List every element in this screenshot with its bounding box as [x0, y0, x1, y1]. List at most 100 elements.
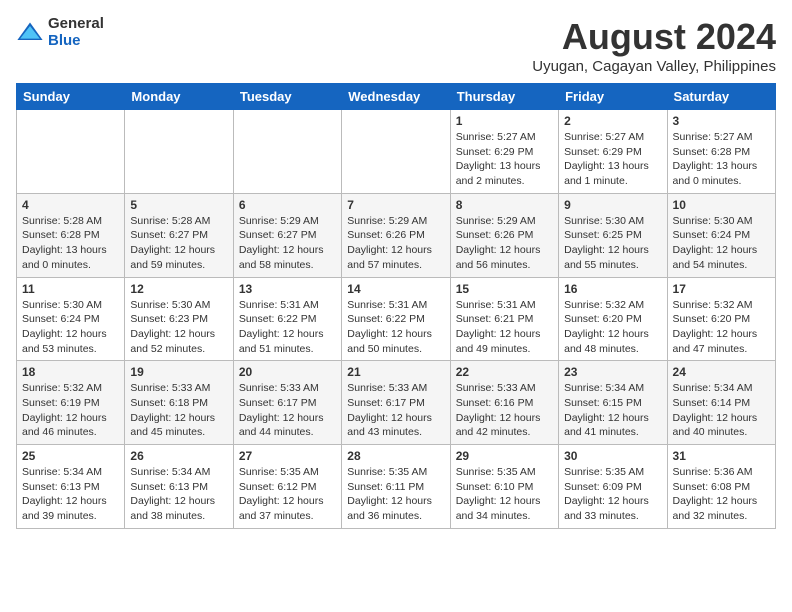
calendar-cell: 29Sunrise: 5:35 AMSunset: 6:10 PMDayligh… — [450, 445, 558, 529]
day-number: 31 — [673, 449, 770, 463]
day-info: Sunrise: 5:34 AMSunset: 6:13 PMDaylight:… — [130, 465, 227, 524]
day-info: Sunrise: 5:35 AMSunset: 6:12 PMDaylight:… — [239, 465, 336, 524]
calendar-cell: 15 Sunrise: 5:31 AMSunset: 6:21 PMDayligh… — [450, 277, 558, 361]
logo-blue: Blue — [48, 33, 104, 50]
calendar-table: SundayMondayTuesdayWednesdayThursdayFrid… — [16, 83, 776, 529]
calendar-cell: 10Sunrise: 5:30 AMSunset: 6:24 PMDayligh… — [667, 193, 775, 277]
calendar-cell: 24 Sunrise: 5:34 AMSunset: 6:14 PMDayligh… — [667, 361, 775, 445]
day-number: 4 — [22, 198, 119, 212]
calendar-cell: 30 Sunrise: 5:35 AMSunset: 6:09 PMDayligh… — [559, 445, 667, 529]
calendar-cell: 26 Sunrise: 5:34 AMSunset: 6:13 PMDayligh… — [125, 445, 233, 529]
logo-icon — [16, 19, 44, 47]
day-number: 23 — [564, 365, 661, 379]
calendar-cell: 5 Sunrise: 5:28 AMSunset: 6:27 PMDaylight… — [125, 193, 233, 277]
week-row-5: 25 Sunrise: 5:34 AMSunset: 6:13 PMDayligh… — [17, 445, 776, 529]
month-year: August 2024 — [532, 16, 776, 58]
logo: General Blue — [16, 16, 104, 49]
day-info: Sunrise: 5:27 AMSunset: 6:29 PMDaylight:… — [456, 130, 553, 189]
calendar-cell: 31Sunrise: 5:36 AMSunset: 6:08 PMDayligh… — [667, 445, 775, 529]
day-info: Sunrise: 5:29 AMSunset: 6:26 PMDaylight:… — [347, 214, 444, 273]
day-info: Sunrise: 5:34 AMSunset: 6:15 PMDaylight:… — [564, 381, 661, 440]
day-number: 6 — [239, 198, 336, 212]
day-number: 10 — [673, 198, 770, 212]
day-number: 20 — [239, 365, 336, 379]
calendar-cell: 4 Sunrise: 5:28 AMSunset: 6:28 PMDaylight… — [17, 193, 125, 277]
header-friday: Friday — [559, 84, 667, 110]
week-row-4: 18Sunrise: 5:32 AMSunset: 6:19 PMDayligh… — [17, 361, 776, 445]
day-number: 17 — [673, 282, 770, 296]
calendar-cell: 8 Sunrise: 5:29 AMSunset: 6:26 PMDaylight… — [450, 193, 558, 277]
calendar-cell: 23 Sunrise: 5:34 AMSunset: 6:15 PMDayligh… — [559, 361, 667, 445]
calendar-cell: 3Sunrise: 5:27 AMSunset: 6:28 PMDaylight… — [667, 110, 775, 194]
day-number: 8 — [456, 198, 553, 212]
day-info: Sunrise: 5:32 AMSunset: 6:20 PMDaylight:… — [564, 298, 661, 357]
day-info: Sunrise: 5:28 AMSunset: 6:28 PMDaylight:… — [22, 214, 119, 273]
week-row-1: 1 Sunrise: 5:27 AMSunset: 6:29 PMDaylight… — [17, 110, 776, 194]
day-number: 18 — [22, 365, 119, 379]
day-info: Sunrise: 5:30 AMSunset: 6:25 PMDaylight:… — [564, 214, 661, 273]
day-info: Sunrise: 5:33 AMSunset: 6:16 PMDaylight:… — [456, 381, 553, 440]
day-info: Sunrise: 5:29 AMSunset: 6:26 PMDaylight:… — [456, 214, 553, 273]
calendar-cell: 18Sunrise: 5:32 AMSunset: 6:19 PMDayligh… — [17, 361, 125, 445]
header-tuesday: Tuesday — [233, 84, 341, 110]
day-number: 3 — [673, 114, 770, 128]
calendar-cell: 2Sunrise: 5:27 AMSunset: 6:29 PMDaylight… — [559, 110, 667, 194]
day-info: Sunrise: 5:30 AMSunset: 6:23 PMDaylight:… — [130, 298, 227, 357]
day-info: Sunrise: 5:35 AMSunset: 6:11 PMDaylight:… — [347, 465, 444, 524]
calendar-cell — [342, 110, 450, 194]
calendar-cell: 1 Sunrise: 5:27 AMSunset: 6:29 PMDaylight… — [450, 110, 558, 194]
day-info: Sunrise: 5:27 AMSunset: 6:29 PMDaylight:… — [564, 130, 661, 189]
calendar-header: SundayMondayTuesdayWednesdayThursdayFrid… — [17, 84, 776, 110]
calendar-body: 1 Sunrise: 5:27 AMSunset: 6:29 PMDaylight… — [17, 110, 776, 529]
day-info: Sunrise: 5:31 AMSunset: 6:21 PMDaylight:… — [456, 298, 553, 357]
day-info: Sunrise: 5:28 AMSunset: 6:27 PMDaylight:… — [130, 214, 227, 273]
calendar-cell: 7 Sunrise: 5:29 AMSunset: 6:26 PMDaylight… — [342, 193, 450, 277]
calendar-cell: 16Sunrise: 5:32 AMSunset: 6:20 PMDayligh… — [559, 277, 667, 361]
day-number: 12 — [130, 282, 227, 296]
calendar-cell: 12 Sunrise: 5:30 AMSunset: 6:23 PMDayligh… — [125, 277, 233, 361]
day-number: 5 — [130, 198, 227, 212]
calendar-cell: 21Sunrise: 5:33 AMSunset: 6:17 PMDayligh… — [342, 361, 450, 445]
calendar-cell: 20Sunrise: 5:33 AMSunset: 6:17 PMDayligh… — [233, 361, 341, 445]
calendar-cell: 14Sunrise: 5:31 AMSunset: 6:22 PMDayligh… — [342, 277, 450, 361]
day-info: Sunrise: 5:32 AMSunset: 6:20 PMDaylight:… — [673, 298, 770, 357]
day-number: 7 — [347, 198, 444, 212]
day-number: 9 — [564, 198, 661, 212]
day-number: 15 — [456, 282, 553, 296]
calendar-cell: 17 Sunrise: 5:32 AMSunset: 6:20 PMDayligh… — [667, 277, 775, 361]
location: Uyugan, Cagayan Valley, Philippines — [532, 58, 776, 75]
week-row-2: 4 Sunrise: 5:28 AMSunset: 6:28 PMDaylight… — [17, 193, 776, 277]
day-number: 21 — [347, 365, 444, 379]
header-sunday: Sunday — [17, 84, 125, 110]
day-number: 11 — [22, 282, 119, 296]
day-number: 25 — [22, 449, 119, 463]
day-info: Sunrise: 5:31 AMSunset: 6:22 PMDaylight:… — [347, 298, 444, 357]
calendar-cell: 19 Sunrise: 5:33 AMSunset: 6:18 PMDayligh… — [125, 361, 233, 445]
calendar-cell: 27Sunrise: 5:35 AMSunset: 6:12 PMDayligh… — [233, 445, 341, 529]
header-monday: Monday — [125, 84, 233, 110]
day-number: 19 — [130, 365, 227, 379]
day-info: Sunrise: 5:34 AMSunset: 6:14 PMDaylight:… — [673, 381, 770, 440]
day-info: Sunrise: 5:29 AMSunset: 6:27 PMDaylight:… — [239, 214, 336, 273]
calendar-cell: 25Sunrise: 5:34 AMSunset: 6:13 PMDayligh… — [17, 445, 125, 529]
header-saturday: Saturday — [667, 84, 775, 110]
day-number: 30 — [564, 449, 661, 463]
day-number: 26 — [130, 449, 227, 463]
day-info: Sunrise: 5:35 AMSunset: 6:09 PMDaylight:… — [564, 465, 661, 524]
calendar-cell: 28 Sunrise: 5:35 AMSunset: 6:11 PMDayligh… — [342, 445, 450, 529]
day-number: 1 — [456, 114, 553, 128]
calendar-cell: 13Sunrise: 5:31 AMSunset: 6:22 PMDayligh… — [233, 277, 341, 361]
day-info: Sunrise: 5:33 AMSunset: 6:18 PMDaylight:… — [130, 381, 227, 440]
title-block: August 2024 Uyugan, Cagayan Valley, Phil… — [532, 16, 776, 75]
week-row-3: 11Sunrise: 5:30 AMSunset: 6:24 PMDayligh… — [17, 277, 776, 361]
day-number: 28 — [347, 449, 444, 463]
calendar-cell — [17, 110, 125, 194]
header-thursday: Thursday — [450, 84, 558, 110]
calendar-cell — [125, 110, 233, 194]
calendar-cell — [233, 110, 341, 194]
day-number: 29 — [456, 449, 553, 463]
day-info: Sunrise: 5:31 AMSunset: 6:22 PMDaylight:… — [239, 298, 336, 357]
day-number: 24 — [673, 365, 770, 379]
page-header: General Blue August 2024 Uyugan, Cagayan… — [16, 16, 776, 75]
header-wednesday: Wednesday — [342, 84, 450, 110]
